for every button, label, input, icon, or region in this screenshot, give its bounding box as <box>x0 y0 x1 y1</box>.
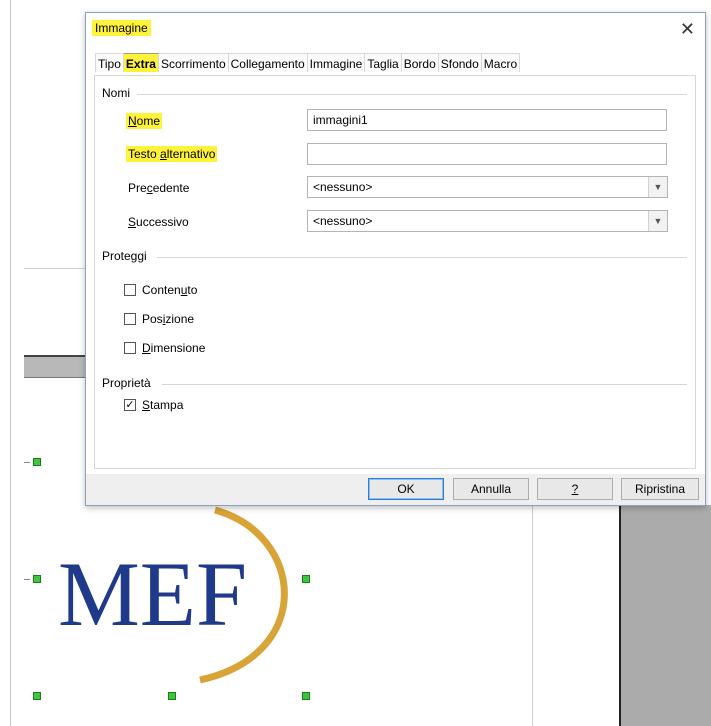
protect-content-checkbox[interactable] <box>124 284 136 296</box>
print-option[interactable]: ✓ Stampa <box>124 398 183 412</box>
handle-tick <box>24 579 30 580</box>
selection-handle-middle-left[interactable] <box>33 575 41 583</box>
previous-select-value: <nessuno> <box>313 180 373 194</box>
section-divider <box>157 257 687 258</box>
protect-size-label: Dimensione <box>142 341 206 355</box>
previous-label: Precedente <box>128 181 190 195</box>
protect-content-option[interactable]: Contenuto <box>124 283 197 297</box>
next-label: Successivo <box>128 215 189 229</box>
section-properties-label: Proprietà <box>102 376 151 390</box>
tab-sfondo[interactable]: Sfondo <box>438 53 482 72</box>
section-divider <box>137 94 687 95</box>
chevron-down-icon[interactable]: ▼ <box>648 177 667 197</box>
dialog-title: Immagine <box>92 20 151 36</box>
tab-tipo[interactable]: Tipo <box>95 53 124 72</box>
next-select-value: <nessuno> <box>313 214 373 228</box>
alt-text-input[interactable] <box>307 143 667 165</box>
selection-handle-top-left[interactable] <box>33 458 41 466</box>
page-border <box>10 0 11 726</box>
handle-tick <box>24 462 30 463</box>
help-button[interactable]: ? <box>537 478 613 500</box>
section-names-label: Nomi <box>102 86 131 100</box>
selection-handle-middle-right[interactable] <box>302 575 310 583</box>
tab-taglia[interactable]: Taglia <box>365 53 402 72</box>
close-icon[interactable]: ✕ <box>680 19 695 40</box>
dialog-titlebar[interactable]: Immagine ✕ <box>86 13 705 47</box>
reset-button[interactable]: Ripristina <box>621 478 699 500</box>
print-checkbox[interactable]: ✓ <box>124 399 136 411</box>
chevron-down-icon[interactable]: ▼ <box>648 211 667 231</box>
cancel-button[interactable]: Annulla <box>453 478 529 500</box>
name-input[interactable]: immagini1 <box>307 109 667 131</box>
protect-size-option[interactable]: Dimensione <box>124 341 205 355</box>
protect-size-checkbox[interactable] <box>124 342 136 354</box>
section-protect-label: Proteggi <box>102 249 147 263</box>
tab-extra[interactable]: Extra <box>123 53 159 72</box>
tab-immagine[interactable]: Immagine <box>307 53 366 72</box>
tab-scorrimento[interactable]: Scorrimento <box>158 53 229 72</box>
selection-handle-bottom-right[interactable] <box>302 692 310 700</box>
previous-select[interactable]: <nessuno> ▼ <box>307 176 668 198</box>
tab-bordo[interactable]: Bordo <box>401 53 439 72</box>
ok-button[interactable]: OK <box>368 478 444 500</box>
selection-handle-bottom-center[interactable] <box>168 692 176 700</box>
dialog-button-bar: OK Annulla ? Ripristina <box>86 474 705 505</box>
section-divider <box>162 384 687 385</box>
alt-text-label: Testo alternativo <box>126 146 218 162</box>
selection-handle-bottom-left[interactable] <box>33 692 41 700</box>
protect-position-label: Posizione <box>142 312 195 326</box>
image-dialog: Immagine ✕ Tipo Extra Scorrimento Colleg… <box>85 12 706 506</box>
mef-logo[interactable]: MEF <box>40 495 310 695</box>
print-label: Stampa <box>142 398 184 412</box>
name-label: Nome <box>126 113 163 129</box>
document-gray-area <box>619 505 711 726</box>
protect-position-option[interactable]: Posizione <box>124 312 194 326</box>
tab-macro[interactable]: Macro <box>481 53 521 72</box>
page-column-line <box>532 505 533 726</box>
logo-text: MEF <box>58 543 247 645</box>
next-select[interactable]: <nessuno> ▼ <box>307 210 668 232</box>
protect-content-label: Contenuto <box>142 283 198 297</box>
tab-strip: Tipo Extra Scorrimento Collegamento Imma… <box>95 53 521 75</box>
tab-panel-extra: Nomi Nome immagini1 Testo alternativo Pr… <box>94 75 696 469</box>
tab-collegamento[interactable]: Collegamento <box>228 53 308 72</box>
protect-position-checkbox[interactable] <box>124 313 136 325</box>
